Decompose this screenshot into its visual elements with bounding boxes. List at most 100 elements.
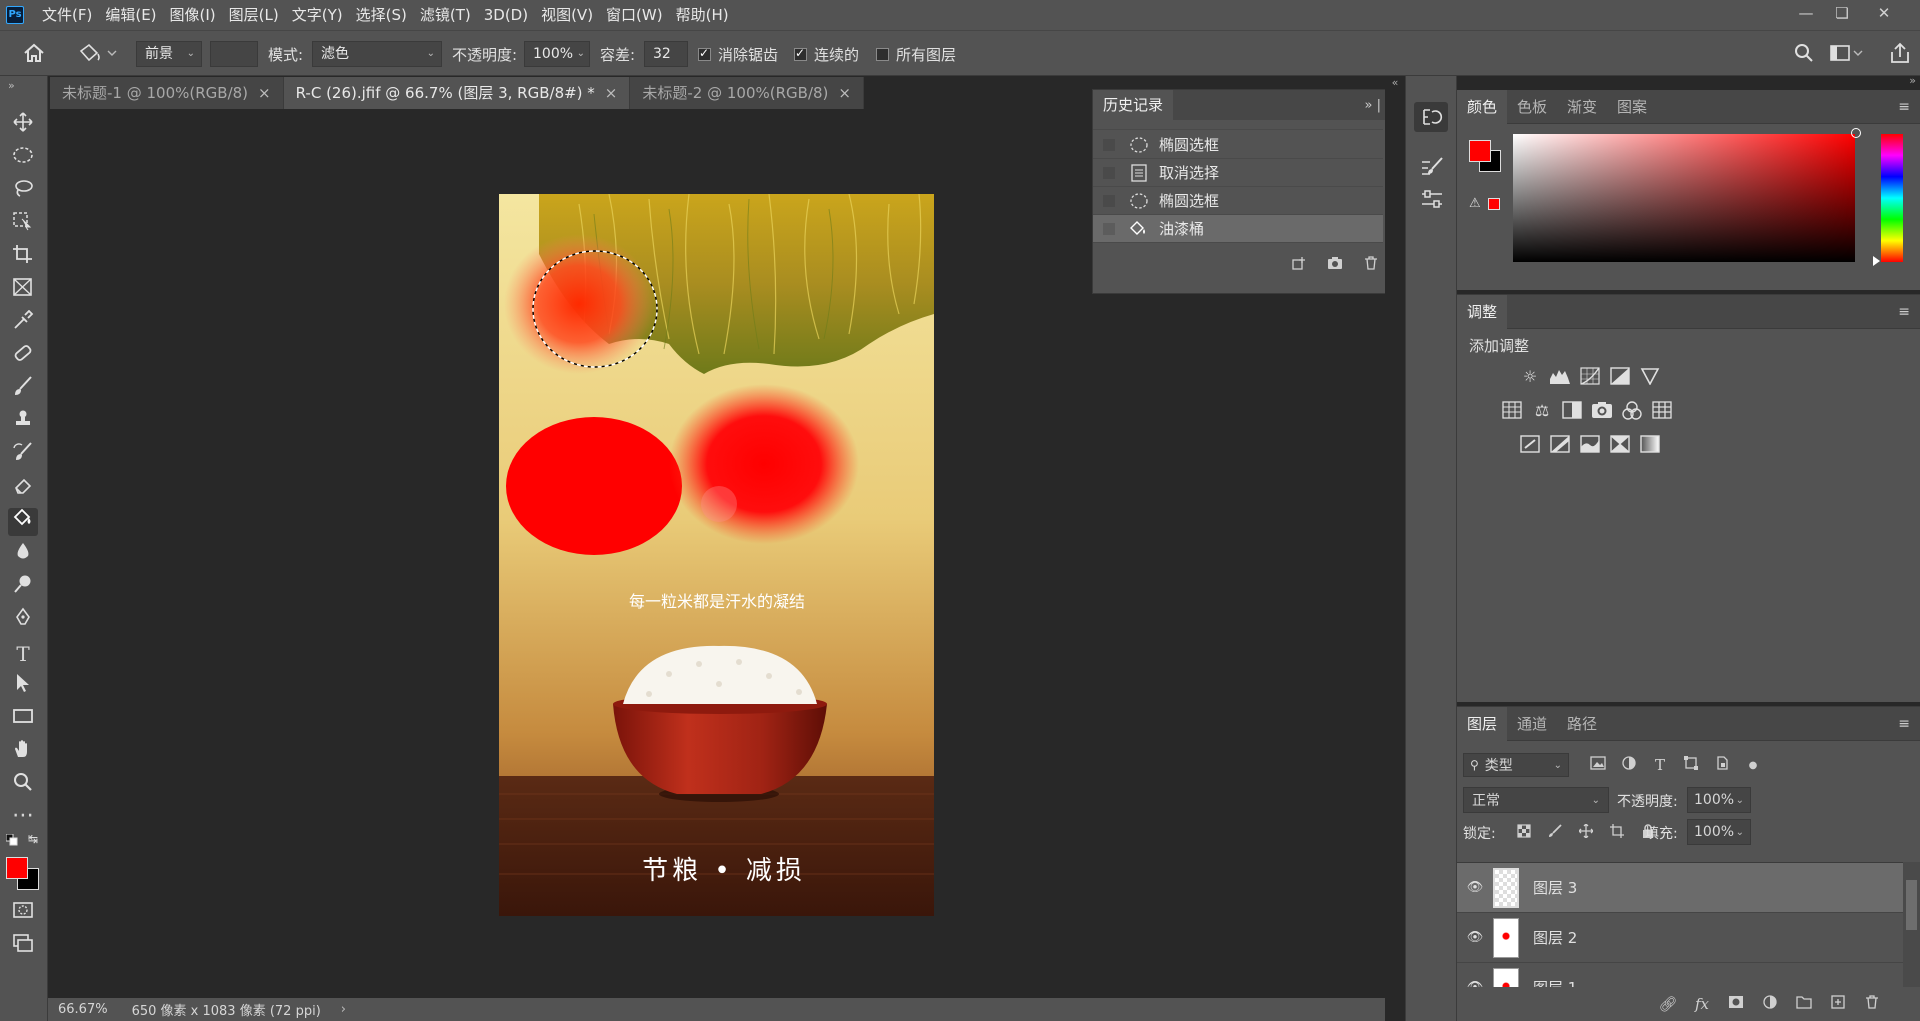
eyedropper-tool-icon[interactable] xyxy=(8,309,38,338)
history-panel-icon[interactable] xyxy=(1414,102,1448,132)
history-item[interactable]: 椭圆选框 xyxy=(1093,131,1383,159)
color-field[interactable] xyxy=(1513,128,1861,262)
levels-icon[interactable] xyxy=(1549,367,1571,387)
move-tool-icon[interactable] xyxy=(8,112,38,140)
opacity-input[interactable]: 100% ⌄ xyxy=(524,41,590,67)
visibility-eye-icon[interactable]: 👁︎ xyxy=(1465,930,1485,945)
snapshot-source-box[interactable] xyxy=(1103,222,1115,235)
eraser-tool-icon[interactable] xyxy=(8,475,38,503)
tab-patterns[interactable]: 图案 xyxy=(1607,90,1657,124)
photo-filter-icon[interactable] xyxy=(1591,401,1613,421)
invert-icon[interactable] xyxy=(1519,435,1541,455)
close-icon[interactable]: ✕ xyxy=(1866,0,1902,26)
dodge-tool-icon[interactable] xyxy=(8,574,38,602)
menu-filter[interactable]: 滤镜(T) xyxy=(420,0,471,30)
document-canvas[interactable]: 每一粒米都是汗水的凝结 节粮 • 减损 xyxy=(499,194,934,916)
menu-edit[interactable]: 编辑(E) xyxy=(105,0,156,30)
curves-icon[interactable] xyxy=(1579,367,1601,387)
workspace-icon[interactable] xyxy=(1830,43,1864,63)
tab-layers[interactable]: 图层 xyxy=(1457,706,1508,741)
hue-slider-handle[interactable] xyxy=(1873,256,1880,266)
pattern-picker[interactable] xyxy=(210,41,258,67)
menu-file[interactable]: 文件(F) xyxy=(42,0,92,30)
layer-filter-select[interactable]: ⚲ 类型 ⌄ xyxy=(1463,753,1569,777)
menu-image[interactable]: 图像(I) xyxy=(170,0,216,30)
object-selection-tool-icon[interactable] xyxy=(8,211,38,239)
quick-mask-icon[interactable] xyxy=(8,900,38,928)
new-layer-icon[interactable] xyxy=(1827,995,1849,1013)
tab-rc26[interactable]: R-C (26).jfif @ 66.7% (图层 3, RGB/8#) * × xyxy=(283,77,631,109)
filter-pixel-icon[interactable] xyxy=(1587,756,1609,774)
tab-untitled-2[interactable]: 未标题-2 @ 100%(RGB/8) × xyxy=(630,77,864,109)
brush-settings-icon[interactable] xyxy=(1420,156,1444,178)
close-tab-icon[interactable]: × xyxy=(838,84,851,102)
layer-name[interactable]: 图层 1 xyxy=(1533,977,1577,987)
tab-untitled-1[interactable]: 未标题-1 @ 100%(RGB/8) × xyxy=(50,77,284,109)
selective-color-icon[interactable] xyxy=(1609,435,1631,455)
new-group-icon[interactable] xyxy=(1793,995,1815,1013)
threshold-icon[interactable] xyxy=(1579,435,1601,455)
expand-panels-icon[interactable]: » xyxy=(1909,74,1916,87)
exposure-icon[interactable] xyxy=(1609,367,1631,387)
clone-stamp-tool-icon[interactable] xyxy=(8,409,38,437)
collapse-arrow-icon[interactable]: « xyxy=(1385,76,1405,89)
photoshop-logo[interactable]: Ps xyxy=(6,6,24,24)
close-tab-icon[interactable]: × xyxy=(258,84,271,102)
hue-slider[interactable] xyxy=(1881,134,1903,262)
tolerance-input[interactable]: 32 xyxy=(644,41,688,67)
all-layers-checkbox[interactable]: 所有图层 xyxy=(876,44,956,65)
layer-row[interactable]: 👁︎ 图层 2 xyxy=(1457,913,1903,963)
menu-select[interactable]: 选择(S) xyxy=(356,0,407,30)
menu-help[interactable]: 帮助(H) xyxy=(676,0,729,30)
tab-channels[interactable]: 通道 xyxy=(1507,707,1557,741)
scrollbar-thumb[interactable] xyxy=(1906,880,1917,930)
zoom-level[interactable]: 66.67% xyxy=(58,1002,108,1017)
screen-mode-icon[interactable] xyxy=(8,933,38,961)
lock-position-icon[interactable] xyxy=(1575,823,1597,842)
restore-icon[interactable]: ❏ xyxy=(1824,0,1860,26)
filter-adjustment-icon[interactable] xyxy=(1618,756,1640,774)
tab-swatches[interactable]: 色板 xyxy=(1507,90,1557,124)
menu-3d[interactable]: 3D(D) xyxy=(484,0,528,30)
paint-bucket-preset-icon[interactable] xyxy=(76,41,118,65)
delete-layer-icon[interactable] xyxy=(1861,995,1883,1013)
status-menu-arrow[interactable]: › xyxy=(341,1002,346,1017)
snapshot-source-box[interactable] xyxy=(1103,166,1115,179)
layer-style-fx-icon[interactable]: fx xyxy=(1691,995,1713,1013)
foreground-color-swatch[interactable] xyxy=(1469,140,1491,162)
new-document-from-state-icon[interactable] xyxy=(1288,256,1310,274)
panel-menu-icon[interactable]: ≡ xyxy=(1898,716,1910,732)
layer-row-selected[interactable]: 👁︎ 图层 3 xyxy=(1457,863,1903,913)
filter-toggle-icon[interactable]: ● xyxy=(1742,760,1764,771)
color-lookup-icon[interactable] xyxy=(1651,401,1673,421)
lock-artboard-icon[interactable] xyxy=(1606,824,1628,842)
share-icon[interactable] xyxy=(1888,42,1912,64)
layer-row[interactable]: 👁︎ 图层 1 xyxy=(1457,963,1903,987)
visibility-eye-icon[interactable]: 👁︎ xyxy=(1465,980,1485,987)
antialias-checkbox[interactable]: 消除锯齿 xyxy=(698,44,778,65)
gamut-warning-icon[interactable]: ⚠ xyxy=(1469,196,1483,211)
minimize-icon[interactable]: — xyxy=(1788,0,1824,26)
layer-thumbnail[interactable] xyxy=(1493,917,1519,958)
rectangle-tool-icon[interactable] xyxy=(8,706,38,734)
vibrance-icon[interactable] xyxy=(1639,367,1661,387)
camera-icon[interactable] xyxy=(1324,256,1346,274)
tab-color[interactable]: 颜色 xyxy=(1457,89,1508,124)
tab-gradients[interactable]: 渐变 xyxy=(1557,90,1607,124)
lock-image-pixels-icon[interactable] xyxy=(1544,824,1566,842)
posterize-icon[interactable] xyxy=(1549,435,1571,455)
history-item-selected[interactable]: 油漆桶 xyxy=(1093,215,1383,243)
trash-icon[interactable] xyxy=(1360,256,1382,274)
search-icon[interactable] xyxy=(1794,43,1814,63)
history-tab[interactable]: 历史记录 xyxy=(1093,90,1174,120)
paint-bucket-tool-icon[interactable] xyxy=(8,508,38,536)
foreground-color-swatch[interactable] xyxy=(6,857,28,879)
menu-layer[interactable]: 图层(L) xyxy=(229,0,279,30)
layer-list-scrollbar[interactable] xyxy=(1903,862,1920,987)
snapshot-source-box[interactable] xyxy=(1103,138,1115,151)
default-colors-icon[interactable] xyxy=(5,833,18,846)
blur-tool-icon[interactable] xyxy=(8,541,38,569)
more-tools-icon[interactable]: ⋯ xyxy=(8,805,38,833)
contiguous-checkbox[interactable]: 连续的 xyxy=(794,44,859,65)
zoom-tool-icon[interactable] xyxy=(8,772,38,800)
